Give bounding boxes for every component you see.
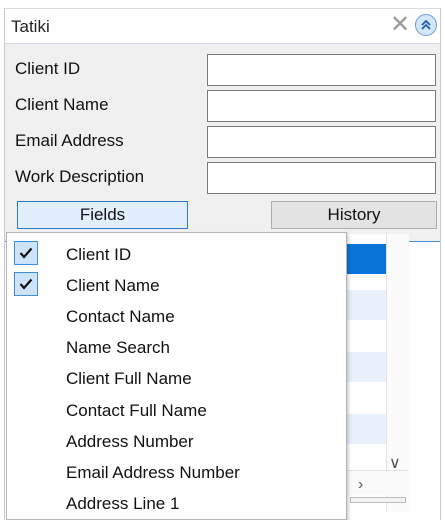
checkmark-icon: [14, 272, 38, 296]
table-row[interactable]: [346, 414, 386, 444]
menu-item-email-address-number[interactable]: Email Address Number: [7, 457, 346, 488]
menu-item-label: Contact Full Name: [66, 401, 207, 420]
chevron-down-icon[interactable]: ∨: [389, 453, 401, 473]
title-bar: Tatiki ✕: [5, 8, 440, 44]
table-row[interactable]: [346, 290, 386, 320]
tab-history[interactable]: History: [271, 201, 437, 229]
work-description-label: Work Description: [15, 167, 145, 186]
menu-item-label: Address Number: [66, 432, 194, 451]
chevron-right-icon[interactable]: ›: [358, 476, 363, 494]
search-panel: Client ID Client Name Email Address Work…: [5, 44, 440, 242]
checkmark-icon: [14, 241, 38, 265]
table-row[interactable]: [346, 352, 386, 382]
menu-item-client-id[interactable]: Client ID: [7, 239, 346, 270]
menu-item-label: Client Full Name: [66, 369, 192, 388]
menu-item-label: Client ID: [66, 245, 132, 264]
menu-item-label: Name Search: [66, 338, 170, 357]
menu-item-name-search[interactable]: Name Search: [7, 332, 346, 363]
menu-item-contact-name[interactable]: Contact Name: [7, 301, 346, 332]
menu-item-address-number[interactable]: Address Number: [7, 426, 346, 457]
menu-item-address-line-1[interactable]: Address Line 1: [7, 488, 346, 519]
work-description-field[interactable]: [207, 162, 436, 194]
close-icon[interactable]: ✕: [390, 12, 410, 38]
client-name-field[interactable]: [207, 90, 436, 122]
menu-item-label: Email Address Number: [66, 463, 240, 482]
chevron-double-up-icon[interactable]: [415, 14, 437, 36]
tab-fields[interactable]: Fields: [17, 201, 188, 229]
fields-dropdown-menu: Client ID Client Name Contact Name Name …: [6, 232, 347, 520]
client-name-label: Client Name: [15, 95, 109, 114]
email-address-label: Email Address: [15, 131, 124, 150]
menu-item-label: Address Line 1: [66, 494, 180, 513]
menu-item-label: Contact Name: [66, 307, 175, 326]
menu-item-contact-full-name[interactable]: Contact Full Name: [7, 395, 346, 426]
client-id-field[interactable]: [207, 54, 436, 86]
horizontal-scrollbar[interactable]: [345, 470, 408, 495]
scroll-thumb[interactable]: [350, 497, 406, 503]
window-title: Tatiki: [11, 17, 50, 36]
menu-item-client-name[interactable]: Client Name: [7, 270, 346, 301]
menu-item-client-full-name[interactable]: Client Full Name: [7, 363, 346, 394]
table-row[interactable]: [346, 244, 386, 274]
menu-item-label: Client Name: [66, 276, 160, 295]
client-id-label: Client ID: [15, 59, 81, 78]
email-address-field[interactable]: [207, 126, 436, 158]
